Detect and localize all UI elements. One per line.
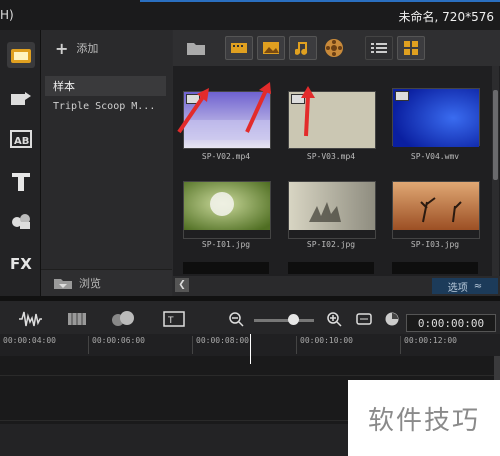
library-item-sample[interactable]: 样本 (45, 76, 166, 96)
clock-icon (385, 312, 399, 326)
zoom-in-icon[interactable] (326, 311, 342, 327)
media-toolbar (173, 30, 500, 66)
transition-icon[interactable] (7, 86, 35, 112)
ruler-label: 00:00:04:00 (3, 336, 56, 345)
media-thumbnail[interactable] (288, 262, 374, 274)
media-thumbnail[interactable] (392, 88, 480, 147)
motion-icon[interactable] (110, 309, 136, 329)
options-label: 选项 (447, 282, 468, 294)
options-button[interactable]: 选项 ≈ (432, 278, 498, 294)
title-ab-icon[interactable]: AB (7, 126, 35, 152)
timecode-display[interactable]: 0:00:00:00 (406, 314, 496, 332)
show-videos-button[interactable] (225, 36, 253, 60)
ruler-tick (400, 336, 401, 354)
plus-icon: + (55, 38, 69, 58)
ruler-label: 00:00:12:00 (404, 336, 457, 345)
music-note-icon (295, 42, 308, 55)
media-caption: SP-I03.jpg (410, 240, 460, 249)
library-category-toolbar: AB FX (0, 30, 41, 296)
library-tree-panel: + 添加 样本 Triple Scoop M... 浏览 (41, 30, 172, 296)
folder-icon (54, 279, 72, 289)
annotation-arrows (177, 82, 271, 134)
zoom-slider-handle[interactable] (288, 314, 299, 325)
ruler-tick (296, 336, 297, 354)
flash-animation-button[interactable] (321, 37, 347, 59)
fx-filter-icon[interactable]: FX (7, 250, 35, 276)
library-item-triple-scoop[interactable]: Triple Scoop M... (45, 96, 166, 116)
track-lane[interactable] (0, 424, 348, 456)
ruler-tick (192, 336, 193, 354)
chevron-left-icon: ❮ (178, 280, 186, 290)
svg-text:FX: FX (10, 255, 32, 272)
photo-icon (263, 42, 279, 54)
media-thumbnail[interactable] (392, 262, 478, 274)
subtitle-editor-icon[interactable]: T (163, 311, 185, 327)
media-caption: SP-V02.mp4 (201, 152, 251, 161)
add-label: 添加 (76, 42, 99, 55)
title-accent-line (140, 0, 500, 2)
thumbnail-view-button[interactable] (397, 36, 425, 60)
media-scrollbar-thumb[interactable] (493, 90, 498, 180)
mixer-icon[interactable] (66, 309, 90, 329)
list-icon (371, 43, 387, 53)
media-caption: SP-I02.jpg (306, 240, 356, 249)
media-thumbnail[interactable] (183, 181, 271, 239)
playhead[interactable] (250, 334, 251, 364)
text-t-icon[interactable] (7, 168, 35, 194)
fit-to-window-icon[interactable] (356, 311, 372, 327)
browse-button[interactable]: 浏览 (41, 269, 172, 296)
add-library-button[interactable]: + 添加 (41, 30, 172, 66)
svg-text:AB: AB (14, 136, 29, 147)
graphics-icon[interactable] (7, 208, 35, 234)
media-thumbnail[interactable] (288, 181, 376, 239)
audio-waveform-icon[interactable] (18, 309, 42, 329)
ruler-label: 00:00:10:00 (300, 336, 353, 345)
media-caption: SP-V04.wmv (410, 152, 460, 161)
annotation-arrow (301, 86, 315, 137)
media-thumbnail[interactable] (183, 262, 269, 274)
list-view-button[interactable] (365, 36, 393, 60)
show-photos-button[interactable] (257, 36, 285, 60)
ruler-tick (88, 336, 89, 354)
video-badge-icon (395, 91, 409, 101)
options-glyph: ≈ (473, 280, 483, 292)
browse-label: 浏览 (79, 277, 101, 290)
track-divider (0, 375, 500, 376)
ruler-label: 00:00:08:00 (196, 336, 249, 345)
media-panel (173, 30, 500, 296)
ruler-label: 00:00:06:00 (92, 336, 145, 345)
media-caption: SP-I01.jpg (201, 240, 251, 249)
title-left-text: H) (0, 8, 14, 22)
project-info: 未命名, 720*576 (398, 10, 494, 24)
zoom-slider[interactable] (254, 319, 314, 322)
watermark: 软件技巧 (348, 380, 500, 456)
media-caption: SP-V03.mp4 (306, 152, 356, 161)
media-library-icon[interactable] (7, 42, 35, 68)
folder-icon[interactable] (183, 37, 209, 59)
scroll-left-button[interactable]: ❮ (175, 278, 189, 292)
svg-text:T: T (167, 316, 174, 326)
zoom-out-icon[interactable] (228, 311, 244, 327)
reel-icon (325, 39, 343, 57)
title-bar: H) 未命名, 720*576 (0, 0, 500, 30)
media-thumbnail[interactable] (392, 181, 480, 239)
show-audio-button[interactable] (289, 36, 317, 60)
film-icon (231, 43, 247, 53)
grid-icon (404, 41, 418, 55)
